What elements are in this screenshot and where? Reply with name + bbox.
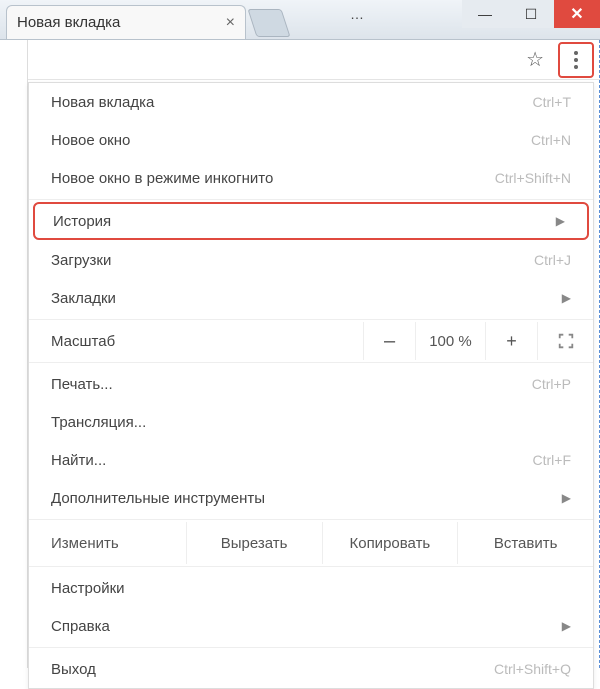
menu-item-edit-row: Изменить Вырезать Копировать Вставить (29, 522, 593, 564)
menu-shortcut: Ctrl+Shift+N (495, 170, 571, 186)
submenu-arrow-icon: ▶ (562, 291, 571, 305)
menu-shortcut: Ctrl+J (534, 252, 571, 268)
edit-label: Изменить (29, 522, 186, 564)
zoom-out-button[interactable]: – (363, 322, 415, 360)
fullscreen-button[interactable] (537, 322, 593, 360)
menu-item-help[interactable]: Справка ▶ (29, 607, 593, 645)
menu-separator (29, 319, 593, 320)
window-controls: — ☐ ✕ (462, 0, 600, 28)
menu-item-incognito[interactable]: Новое окно в режиме инкогнито Ctrl+Shift… (29, 159, 593, 197)
new-tab-button[interactable] (247, 9, 290, 37)
menu-separator (29, 566, 593, 567)
maximize-button[interactable]: ☐ (508, 0, 554, 28)
menu-label: Закладки (51, 290, 554, 307)
close-window-button[interactable]: ✕ (554, 0, 600, 28)
menu-separator (29, 519, 593, 520)
menu-label: Печать... (51, 376, 532, 393)
submenu-arrow-icon: ▶ (562, 619, 571, 633)
submenu-arrow-icon: ▶ (556, 214, 565, 228)
menu-shortcut: Ctrl+Shift+Q (494, 661, 571, 677)
menu-item-new-tab[interactable]: Новая вкладка Ctrl+T (29, 83, 593, 121)
toolbar: ☆ (0, 40, 600, 80)
window-title-truncated: … (350, 6, 364, 22)
menu-shortcut: Ctrl+F (533, 452, 572, 468)
menu-shortcut: Ctrl+N (531, 132, 571, 148)
menu-item-history[interactable]: История ▶ (33, 202, 589, 240)
zoom-value: 100 % (415, 322, 485, 360)
bookmark-star-icon[interactable]: ☆ (516, 43, 554, 76)
menu-item-downloads[interactable]: Загрузки Ctrl+J (29, 241, 593, 279)
menu-label: Новая вкладка (51, 94, 533, 111)
menu-item-settings[interactable]: Настройки (29, 569, 593, 607)
menu-label: История (53, 213, 548, 230)
menu-item-bookmarks[interactable]: Закладки ▶ (29, 279, 593, 317)
vertical-dots-icon (574, 51, 578, 69)
tab-title: Новая вкладка (17, 14, 120, 31)
submenu-arrow-icon: ▶ (562, 491, 571, 505)
menu-separator (29, 362, 593, 363)
menu-item-new-window[interactable]: Новое окно Ctrl+N (29, 121, 593, 159)
zoom-in-button[interactable]: + (485, 322, 537, 360)
minimize-button[interactable]: — (462, 0, 508, 28)
menu-label: Новое окно в режиме инкогнито (51, 170, 495, 187)
menu-label: Новое окно (51, 132, 531, 149)
menu-separator (29, 647, 593, 648)
edit-copy-button[interactable]: Копировать (322, 522, 458, 564)
menu-label: Настройки (51, 580, 571, 597)
fullscreen-icon (557, 332, 575, 350)
chrome-main-menu: Новая вкладка Ctrl+T Новое окно Ctrl+N Н… (28, 82, 594, 689)
close-tab-icon[interactable]: × (226, 14, 235, 32)
menu-label: Дополнительные инструменты (51, 490, 554, 507)
edit-cut-button[interactable]: Вырезать (186, 522, 322, 564)
window-titlebar: Новая вкладка × … — ☐ ✕ (0, 0, 600, 40)
menu-label: Выход (51, 661, 494, 678)
menu-item-cast[interactable]: Трансляция... (29, 403, 593, 441)
menu-item-find[interactable]: Найти... Ctrl+F (29, 441, 593, 479)
menu-item-more-tools[interactable]: Дополнительные инструменты ▶ (29, 479, 593, 517)
menu-label: Найти... (51, 452, 533, 469)
menu-shortcut: Ctrl+T (533, 94, 572, 110)
menu-separator (29, 199, 593, 200)
menu-label: Справка (51, 618, 554, 635)
left-border (0, 40, 28, 668)
menu-item-exit[interactable]: Выход Ctrl+Shift+Q (29, 650, 593, 688)
browser-tab[interactable]: Новая вкладка × (6, 5, 246, 39)
edit-paste-button[interactable]: Вставить (457, 522, 593, 564)
menu-shortcut: Ctrl+P (532, 376, 571, 392)
menu-item-zoom: Масштаб – 100 % + (29, 322, 593, 360)
menu-label: Трансляция... (51, 414, 571, 431)
chrome-menu-button[interactable] (558, 42, 594, 78)
menu-item-print[interactable]: Печать... Ctrl+P (29, 365, 593, 403)
menu-label: Загрузки (51, 252, 534, 269)
menu-label: Масштаб (51, 333, 363, 350)
